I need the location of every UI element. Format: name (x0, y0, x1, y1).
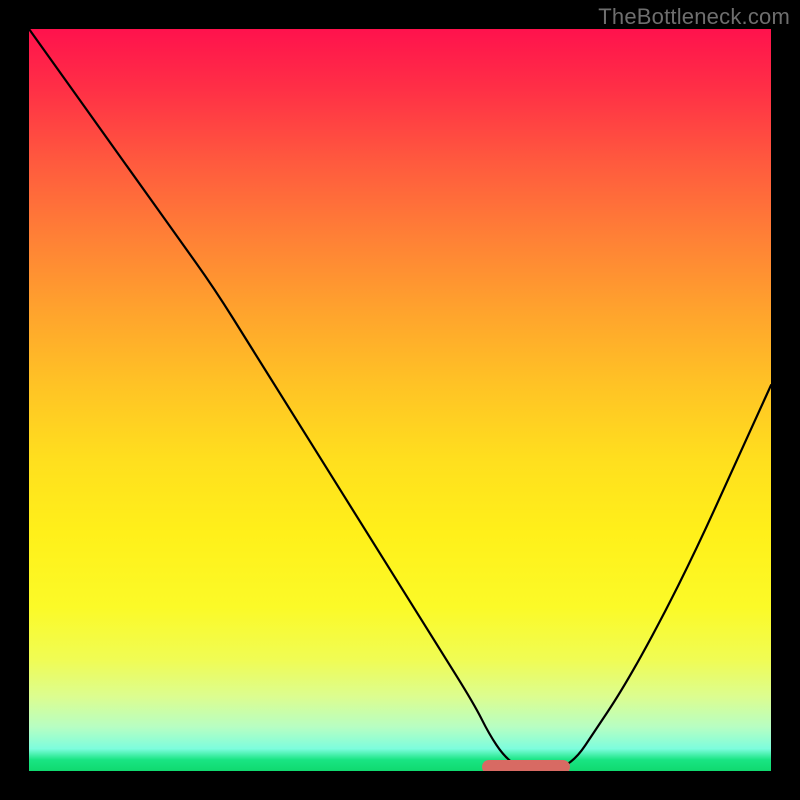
optimal-range-marker (482, 760, 570, 771)
gradient-background (29, 29, 771, 771)
plot-area (29, 29, 771, 771)
watermark-text: TheBottleneck.com (598, 4, 790, 30)
chart-frame: TheBottleneck.com (0, 0, 800, 800)
